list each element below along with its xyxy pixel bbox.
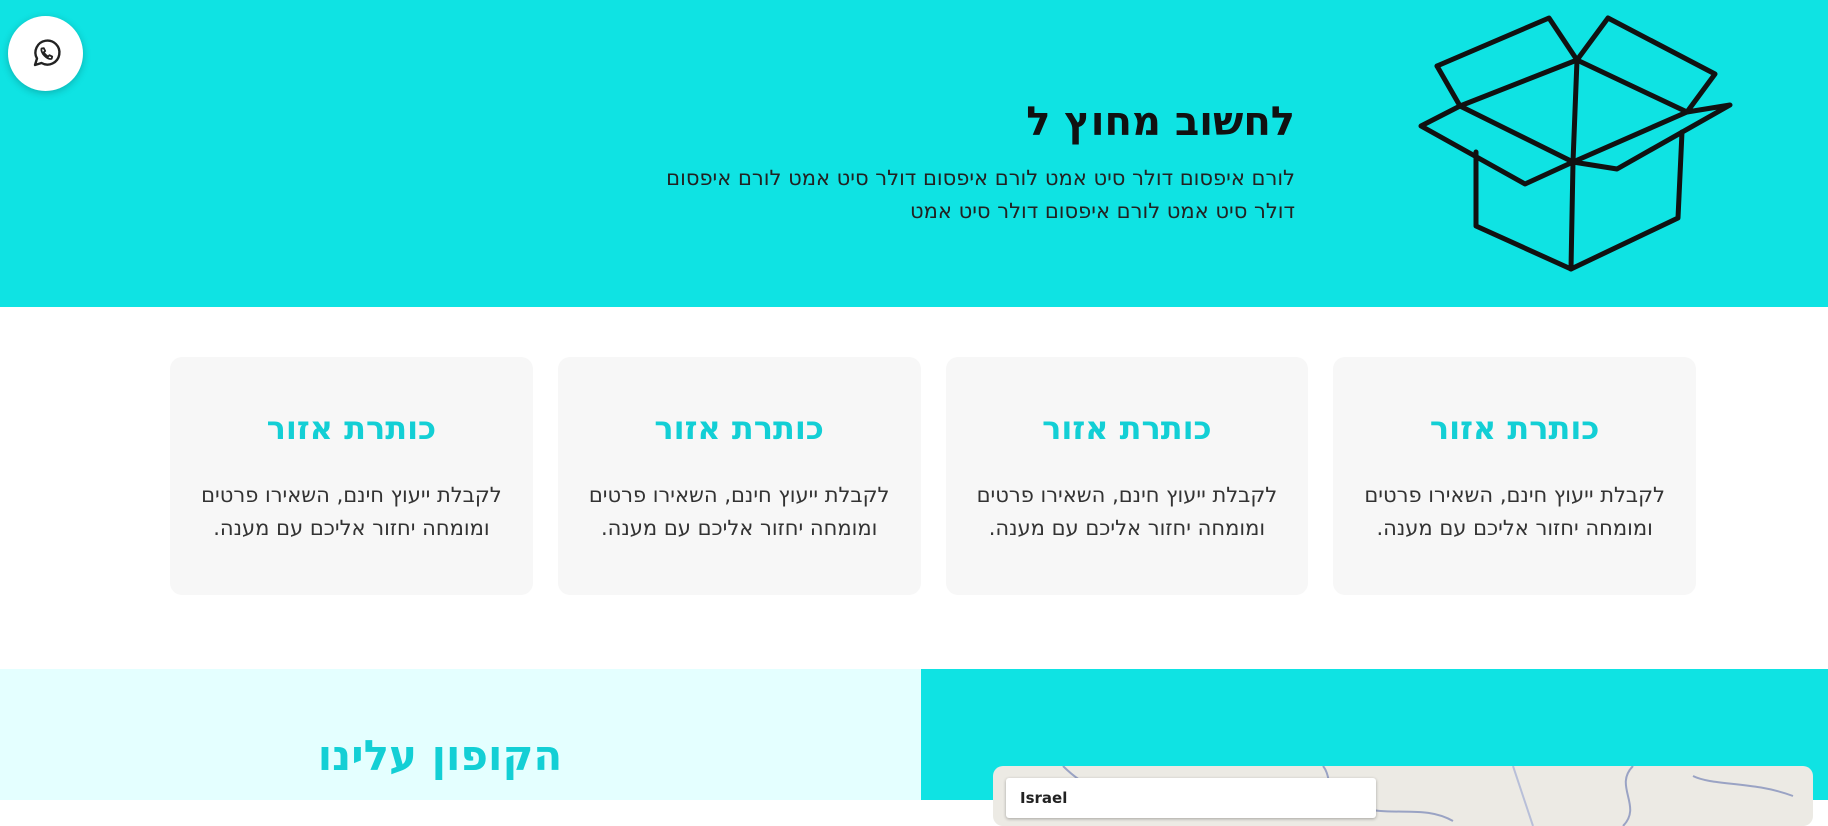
card-title: כותרת אזור	[1429, 409, 1600, 447]
card-text: לקבלת ייעוץ חינם, השאירו פרטים ומומחה יח…	[588, 483, 890, 540]
hero-title: לחשוב מחוץ ל	[1026, 99, 1295, 145]
card-title: כותרת אזור	[266, 409, 437, 447]
card-text: לקבלת ייעוץ חינם, השאירו פרטים ומומחה יח…	[201, 483, 502, 540]
open-box-icon	[1418, 15, 1733, 272]
card-text: לקבלת ייעוץ חינם, השאירו פרטים ומומחה יח…	[976, 483, 1278, 540]
whatsapp-button[interactable]	[8, 16, 83, 91]
feature-card: כותרת אזור לקבלת ייעוץ חינם, השאירו פרטי…	[170, 357, 533, 595]
feature-cards: כותרת אזור לקבלת ייעוץ חינם, השאירו פרטי…	[170, 357, 1696, 595]
hero-description: לורם איפסום דולר סיט אמט לורם איפסום דול…	[666, 166, 1295, 223]
card-text: לקבלת ייעוץ חינם, השאירו פרטים ומומחה יח…	[1364, 483, 1665, 540]
card-title: כותרת אזור	[654, 409, 824, 447]
coupon-title: הקופון עלינו	[317, 731, 563, 780]
card-title: כותרת אזור	[1042, 409, 1212, 447]
map-place-name: Israel	[1020, 789, 1068, 807]
feature-card: כותרת אזור לקבלת ייעוץ חינם, השאירו פרטי…	[557, 357, 921, 595]
feature-card: כותרת אזור לקבלת ייעוץ חינם, השאירו פרטי…	[1333, 357, 1696, 595]
whatsapp-icon	[33, 38, 61, 66]
hero-section: לחשוב מחוץ ל לורם איפסום דולר סיט אמט לו…	[0, 0, 1828, 307]
map-place-card[interactable]: Israel	[1006, 778, 1376, 818]
feature-card: כותרת אזור לקבלת ייעוץ חינם, השאירו פרטי…	[945, 357, 1309, 595]
embedded-map[interactable]: Israel	[993, 766, 1813, 826]
